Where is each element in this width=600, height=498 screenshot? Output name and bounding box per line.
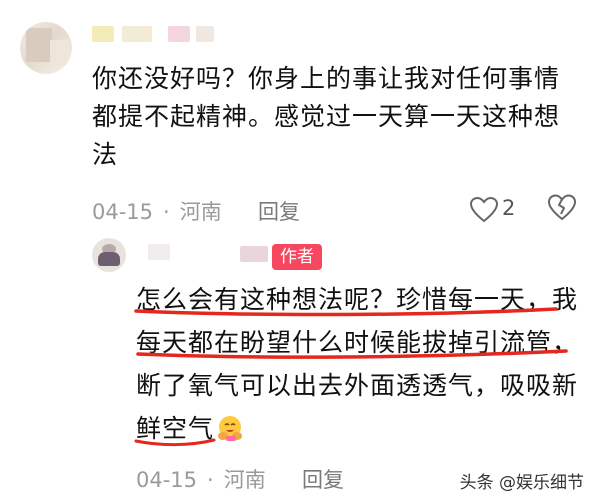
comment-line: 你还没好吗？你身上的事让我对任何事情 <box>92 64 561 93</box>
reply-text: 怎么会有这种想法呢？珍惜每一天，我 每天都在盼望什么时候能拔掉引流管， 断了氧气… <box>136 278 596 450</box>
watermark: 头条 @娱乐细节 <box>459 473 584 493</box>
like-count: 2 <box>502 196 516 220</box>
comment-text: 你还没好吗？你身上的事让我对任何事情 都提不起精神。感觉过一天算一天这种想 法 <box>92 60 592 174</box>
reply-meta: 04-15 · 河南 <box>136 464 266 494</box>
meta-separator: · <box>207 468 214 492</box>
comment-location: 河南 <box>179 200 222 224</box>
reply-line: 鲜空气 <box>136 414 215 443</box>
reply-line: 怎么会有这种想法呢？珍惜每一天，我 <box>136 285 579 314</box>
dislike-button[interactable] <box>547 194 577 226</box>
dislike-icon <box>547 194 577 221</box>
reply-date: 04-15 <box>136 468 198 492</box>
avatar[interactable] <box>92 238 126 272</box>
username-blurred[interactable] <box>140 242 270 266</box>
meta-separator: · <box>163 200 170 224</box>
username-blurred[interactable] <box>92 22 222 46</box>
like-button[interactable]: 2 <box>470 195 530 223</box>
reply-button[interactable]: 回复 <box>258 196 300 226</box>
author-badge: 作者 <box>272 244 322 270</box>
comment-date: 04-15 <box>92 200 154 224</box>
comment-meta: 04-15 · 河南 <box>92 196 222 226</box>
reply-line: 断了氧气可以出去外面透透气，吸吸新 <box>136 371 579 400</box>
comment-line: 都提不起精神。感觉过一天算一天这种想 <box>92 102 561 131</box>
reply-line: 每天都在盼望什么时候能拔掉引流管， <box>136 328 579 357</box>
avatar[interactable] <box>20 22 72 74</box>
hug-emoji <box>218 416 243 441</box>
comment-line: 法 <box>92 140 119 169</box>
heart-icon <box>470 197 498 223</box>
reply-line-last: 鲜空气 <box>136 407 596 450</box>
reply-button[interactable]: 回复 <box>302 464 344 494</box>
reply-location: 河南 <box>223 468 266 492</box>
